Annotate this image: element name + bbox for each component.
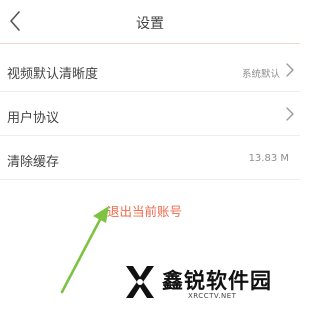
settings-item-label: 视频默认清晰度: [7, 67, 99, 82]
chevron-right-icon: [285, 106, 295, 122]
arrow-up-icon: [58, 204, 114, 296]
watermark-brand: 鑫锐软件园 XRCCTV.NET: [120, 262, 290, 308]
brand-domain: XRCCTV.NET: [188, 292, 237, 300]
settings-item-user-agreement[interactable]: 用户协议: [0, 92, 300, 136]
settings-item-clear-cache[interactable]: 清除缓存 13.83 M: [0, 136, 300, 180]
settings-item-label: 用户协议: [7, 111, 60, 126]
brand-name: 鑫锐软件园: [162, 269, 272, 293]
settings-item-video-quality[interactable]: 视频默认清晰度 系统默认: [0, 48, 300, 92]
settings-item-value: 系统默认: [241, 69, 280, 80]
chevron-right-icon: [285, 62, 295, 78]
navigation-bar: 设置: [0, 0, 300, 44]
cache-size-value: 13.83 M: [248, 153, 289, 164]
logout-button[interactable]: 退出当前账号: [107, 201, 182, 220]
brand-logo-icon: [120, 262, 160, 302]
page-title: 设置: [136, 16, 164, 32]
settings-item-label: 清除缓存: [7, 155, 60, 170]
